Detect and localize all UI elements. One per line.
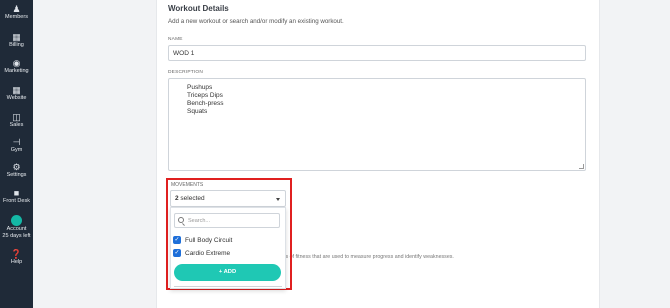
hint-text: ts of fitness that are used to measure p… <box>284 254 454 260</box>
page-subtitle: Add a new workout or search and/or modif… <box>168 18 344 25</box>
dumbbell-icon: ⊣ <box>12 137 21 147</box>
resize-handle-icon[interactable] <box>579 164 584 169</box>
description-line: Triceps Dips <box>187 92 223 99</box>
movements-label: MOVEMENTS <box>171 182 204 188</box>
sidebar-item-help[interactable]: ❓ Help <box>0 249 33 266</box>
checkbox-checked-icon[interactable]: ✓ <box>173 236 181 244</box>
description-line: Pushups <box>187 84 213 91</box>
members-icon: ♟ <box>12 4 21 14</box>
sidebar-item-website[interactable]: ▦ Website <box>0 85 33 102</box>
sidebar-item-members[interactable]: ♟ Members <box>0 4 33 21</box>
sidebar-item-label: Marketing <box>4 68 29 74</box>
movement-option-label: Full Body Circuit <box>185 237 233 244</box>
movements-select[interactable]: 2 selected <box>170 190 286 207</box>
movement-option[interactable]: ✓ Cardio Extreme <box>173 249 283 259</box>
marketing-icon: ◉ <box>12 58 21 68</box>
sidebar-item-settings[interactable]: ⚙ Settings <box>0 162 33 179</box>
sidebar-item-marketing[interactable]: ◉ Marketing <box>0 58 33 75</box>
help-icon: ❓ <box>10 249 23 259</box>
add-movement-button[interactable]: + ADD <box>174 264 281 281</box>
sidebar-item-label: Members <box>5 14 28 20</box>
chevron-down-icon <box>276 198 280 201</box>
sidebar-item-label: Sales <box>9 122 24 128</box>
sidebar-item-front-desk[interactable]: ■ Front Desk <box>0 188 33 205</box>
description-textarea[interactable]: Pushups Triceps Dips Bench-press Squats <box>168 78 586 171</box>
sidebar-item-label: Front Desk <box>3 198 30 204</box>
front-desk-icon: ■ <box>13 188 20 198</box>
account-icon <box>11 215 22 226</box>
name-label: NAME <box>168 37 183 42</box>
sidebar-item-label: Help <box>10 259 23 265</box>
checkbox-checked-icon[interactable]: ✓ <box>173 249 181 257</box>
description-line: Squats <box>187 108 208 115</box>
search-icon <box>178 217 184 223</box>
description-line: Bench-press <box>187 100 224 107</box>
page-title: Workout Details <box>168 4 229 13</box>
sidebar-item-label: Settings <box>6 172 27 178</box>
sidebar-item-gym[interactable]: ⊣ Gym <box>0 137 33 154</box>
movement-option-label: Cardio Extreme <box>185 250 231 257</box>
sidebar-item-billing[interactable]: ▦ Billing <box>0 32 33 49</box>
gear-icon: ⚙ <box>12 162 21 172</box>
sidebar-item-label: Website <box>6 95 27 101</box>
description-label: DESCRIPTION <box>168 70 203 75</box>
movements-search-input[interactable]: Search... <box>174 213 280 228</box>
sidebar-item-label: Gym <box>10 147 23 153</box>
sidebar-item-sales[interactable]: ◫ Sales <box>0 112 33 129</box>
sales-icon: ◫ <box>12 112 21 122</box>
sidebar: ♟ Members ▦ Billing ◉ Marketing ▦ Websit… <box>0 0 33 308</box>
name-value: WOD 1 <box>173 50 195 57</box>
name-field[interactable]: WOD 1 <box>168 45 586 61</box>
website-icon: ▦ <box>12 85 21 95</box>
sidebar-item-account[interactable]: Account 25 days left <box>0 215 33 240</box>
sidebar-item-label: Billing <box>9 42 24 48</box>
partial-row-divider <box>174 286 282 289</box>
account-days-left: 25 days left <box>2 233 31 239</box>
search-placeholder: Search... <box>188 218 211 224</box>
billing-icon: ▦ <box>12 32 21 42</box>
movement-option[interactable]: ✓ Full Body Circuit <box>173 236 283 246</box>
selected-suffix: selected <box>178 195 205 202</box>
sidebar-item-label: Account <box>6 226 27 232</box>
